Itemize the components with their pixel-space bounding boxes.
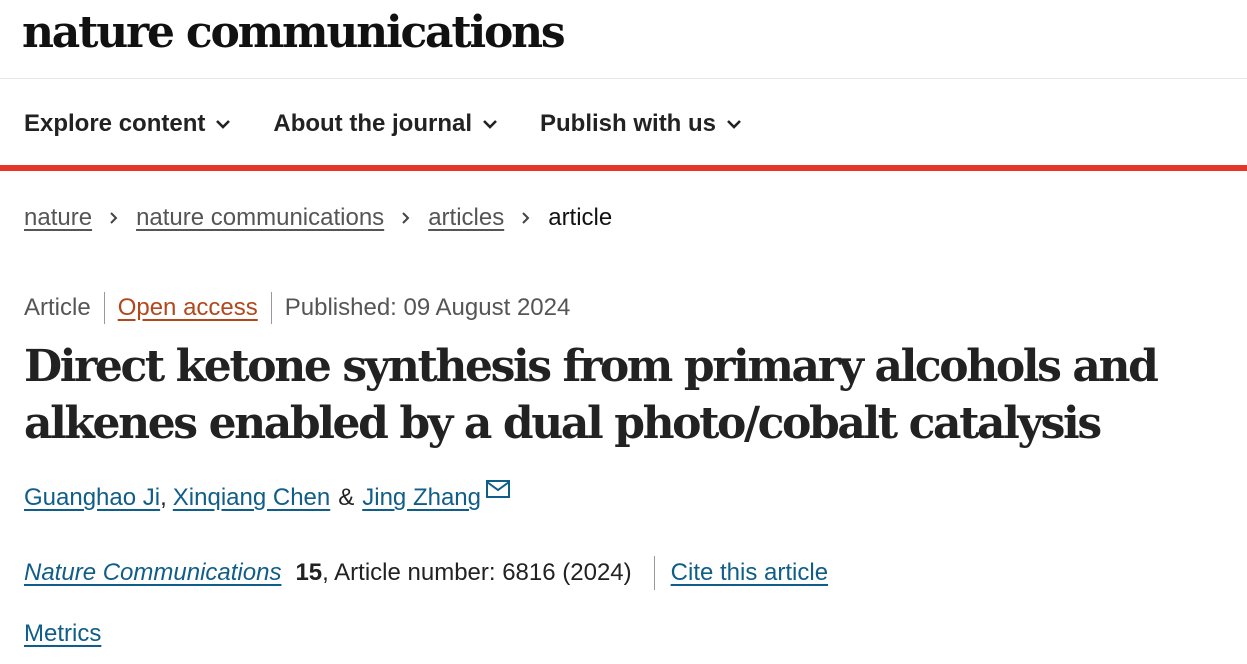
journal-volume: 15 — [295, 559, 323, 586]
chevron-right-icon — [401, 211, 411, 225]
author-list: Guanghao Ji , Xinqiang Chen & Jing Zhang — [24, 480, 510, 512]
nav-about-journal-label: About the journal — [273, 110, 473, 137]
journal-link[interactable]: Nature Communications — [24, 559, 281, 587]
article-title: Direct ketone synthesis from primary alc… — [24, 341, 1159, 449]
citation-divider — [653, 556, 655, 590]
nav-publish-with-us[interactable]: Publish with us — [540, 110, 742, 138]
chevron-right-icon — [109, 211, 119, 225]
chevron-right-icon — [521, 211, 531, 225]
nav-explore-content[interactable]: Explore content — [24, 110, 231, 138]
author-link[interactable]: Guanghao Ji — [24, 484, 160, 512]
mail-icon[interactable] — [486, 480, 510, 498]
article-number: , Article number: 6816 (2024) — [322, 559, 632, 586]
published-date: Published: 09 August 2024 — [284, 294, 571, 321]
header-divider — [0, 78, 1247, 79]
nav-publish-with-us-label: Publish with us — [540, 110, 717, 137]
breadcrumb-current: article — [548, 204, 613, 231]
citation-line: Nature Communications 15 , Article numbe… — [24, 556, 828, 590]
site-logo[interactable]: nature communications — [22, 6, 566, 60]
open-access-link[interactable]: Open access — [118, 294, 258, 322]
article-type: Article — [24, 294, 91, 321]
breadcrumb: nature nature communications articles ar… — [24, 204, 612, 232]
chevron-down-icon — [727, 120, 741, 129]
author-link[interactable]: Jing Zhang — [362, 484, 481, 512]
meta-divider — [103, 292, 105, 324]
article-meta: Article Open access Published: 09 August… — [24, 292, 570, 324]
chevron-down-icon — [483, 120, 497, 129]
author-link[interactable]: Xinqiang Chen — [173, 484, 330, 512]
metrics-link[interactable]: Metrics — [24, 620, 101, 648]
nav-about-journal[interactable]: About the journal — [273, 110, 498, 138]
meta-divider — [270, 292, 272, 324]
nav-explore-content-label: Explore content — [24, 110, 206, 137]
breadcrumb-articles[interactable]: articles — [428, 204, 504, 232]
main-nav: Explore content About the journal Publis… — [24, 104, 784, 144]
accent-bar — [0, 165, 1247, 171]
chevron-down-icon — [216, 120, 231, 129]
cite-this-article-link[interactable]: Cite this article — [671, 559, 828, 587]
breadcrumb-nature-communications[interactable]: nature communications — [136, 204, 384, 232]
author-separator: , — [160, 484, 167, 511]
breadcrumb-nature[interactable]: nature — [24, 204, 92, 232]
author-separator: & — [338, 484, 355, 511]
